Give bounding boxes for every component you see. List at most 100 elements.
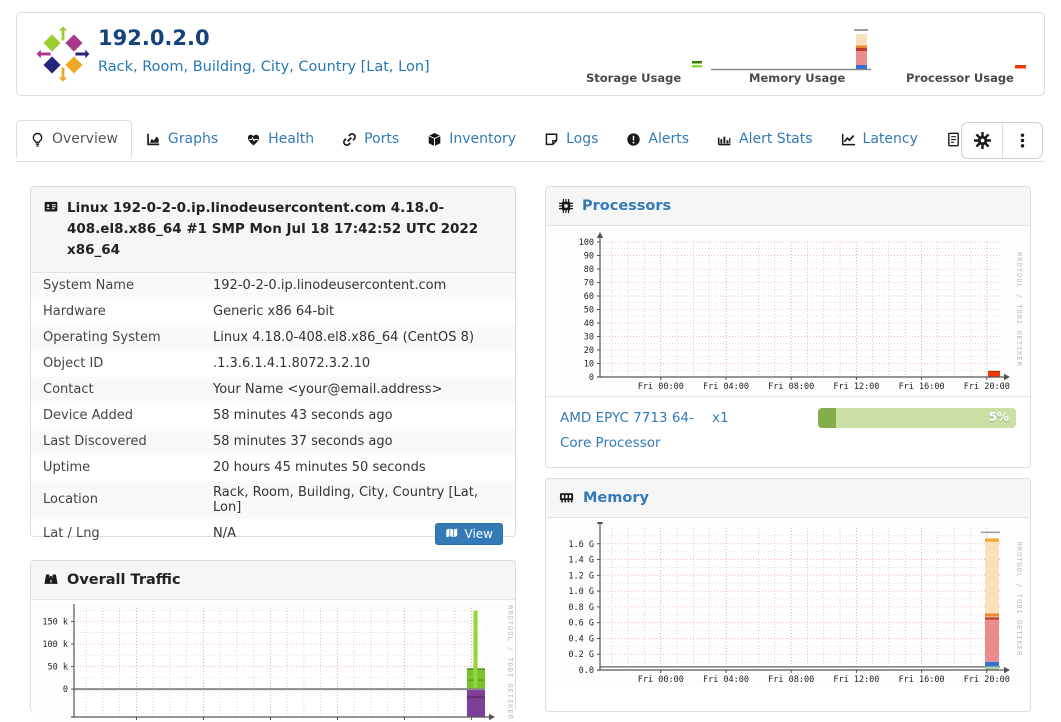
info-value: Linux 4.18.0-408.el8.x86_64 (CentOS 8) <box>213 330 475 346</box>
info-row-location: Location Rack, Room, Building, City, Coun… <box>31 480 515 519</box>
svg-text:RRDTOOL / TOBI OETIKER: RRDTOOL / TOBI OETIKER <box>1015 252 1023 367</box>
memory-panel: Memory 0.0 0.2 G 0.4 G 0.6 G 0.8 G 1.0 G 1.2 G… <box>545 478 1031 712</box>
info-row-last-discovered: Last Discovered 58 minutes 37 seconds ago <box>31 428 515 455</box>
tab-link-overview[interactable]: Overview <box>16 120 132 158</box>
tab-label: Alerts <box>648 131 690 147</box>
svg-text:1.0 G: 1.0 G <box>568 587 594 597</box>
svg-text:60: 60 <box>584 292 594 302</box>
svg-text:1.2 G: 1.2 G <box>568 571 594 581</box>
info-value: N/A <box>213 526 236 542</box>
processor-usage-graph[interactable]: 0 10 20 30 40 50 60 70 80 90 100 Fri 00:00 Fri 04:00… <box>554 230 1024 396</box>
svg-text:40: 40 <box>584 319 594 329</box>
map-icon <box>445 527 459 540</box>
memory-title[interactable]: Memory <box>583 490 649 506</box>
system-description: Linux 192-0-2-0.ip.linodeusercontent.com… <box>67 200 479 258</box>
info-label: Operating System <box>43 330 161 346</box>
svg-text:50: 50 <box>584 306 594 316</box>
svg-text:0.8 G: 0.8 G <box>568 603 594 613</box>
alert-stats-icon <box>717 132 732 147</box>
tab-link-inventory[interactable]: Inventory <box>413 120 530 158</box>
svg-text:70: 70 <box>584 279 594 289</box>
device-header-card: 192.0.2.0 Rack, Room, Building, City, Co… <box>16 12 1045 96</box>
tab-actions-group <box>961 122 1043 159</box>
cpu-usage-bar-fill <box>818 408 836 428</box>
overall-traffic-panel: Overall Traffic 050 k100 k150 kFri 00:00… <box>30 560 516 722</box>
svg-text:80: 80 <box>584 265 594 275</box>
svg-text:0: 0 <box>63 685 68 695</box>
svg-text:Fri 12:00: Fri 12:00 <box>833 675 879 685</box>
info-value: Your Name <your@email.address> <box>213 382 443 398</box>
overall-traffic-title: Overall Traffic <box>67 572 181 588</box>
info-row-uptime: Uptime 20 hours 45 minutes 50 seconds <box>31 455 515 481</box>
more-options-button[interactable] <box>1002 123 1042 158</box>
cpu-name-link[interactable]: AMD EPYC 7713 64-Core Processor <box>560 406 712 456</box>
svg-text:50 k: 50 k <box>48 663 68 673</box>
overall-traffic-header: Overall Traffic <box>31 561 515 600</box>
overall-traffic-graph[interactable]: 050 k100 k150 kFri 00:00Fri 04:00Fri 08:… <box>32 604 515 722</box>
info-row-contact: Contact Your Name <your@email.address> <box>31 376 515 403</box>
svg-text:10: 10 <box>584 360 594 370</box>
tab-label: Alert Stats <box>739 131 813 147</box>
ports-icon <box>342 132 357 147</box>
tab-link-health[interactable]: Health <box>232 120 328 158</box>
info-row-device-added: Device Added 58 minutes 43 seconds ago <box>31 403 515 429</box>
settings-button[interactable] <box>962 123 1002 158</box>
info-label: Contact <box>43 382 94 398</box>
svg-text:RRDTOOL / TOBI OETIKER: RRDTOOL / TOBI OETIKER <box>506 605 514 720</box>
tab-link-alerts[interactable]: Alerts <box>612 120 703 158</box>
tab-link-ports[interactable]: Ports <box>328 120 413 158</box>
svg-text:Fri 04:00: Fri 04:00 <box>703 675 749 685</box>
memory-usage-mini-graph[interactable] <box>709 27 873 73</box>
svg-text:90: 90 <box>584 252 594 262</box>
view-map-button[interactable]: View <box>434 522 503 545</box>
info-value: .1.3.6.1.4.1.8072.3.2.10 <box>213 356 371 372</box>
info-row-lat-lng: Lat / Lng N/A View <box>31 519 515 549</box>
tab-link-alert-stats[interactable]: Alert Stats <box>703 120 827 158</box>
svg-text:Fri 08:00: Fri 08:00 <box>768 382 814 392</box>
tab-inventory: Inventory <box>413 120 530 158</box>
tab-label: Logs <box>566 131 599 147</box>
processors-title[interactable]: Processors <box>582 198 671 214</box>
svg-text:0.0: 0.0 <box>579 666 594 676</box>
view-map-label: View <box>464 526 493 541</box>
cpu-count: x1 <box>712 410 729 426</box>
health-icon <box>246 132 261 147</box>
tab-link-graphs[interactable]: Graphs <box>132 120 232 158</box>
processor-row: AMD EPYC 7713 64-Core Processor x1 5% <box>546 396 1030 464</box>
svg-text:20: 20 <box>584 346 594 356</box>
svg-text:0.4 G: 0.4 G <box>568 634 594 644</box>
info-value: 20 hours 45 minutes 50 seconds <box>213 460 426 476</box>
storage-usage-mini-graph[interactable] <box>691 59 705 71</box>
cpu-usage-bar: 5% <box>818 408 1016 428</box>
system-info-panel: Linux 192-0-2-0.ip.linodeusercontent.com… <box>30 186 516 545</box>
info-label: Lat / Lng <box>43 526 100 542</box>
device-location-link[interactable]: Rack, Room, Building, City, Country [Lat… <box>98 59 430 75</box>
svg-text:0.6 G: 0.6 G <box>568 619 594 629</box>
tab-label: Overview <box>52 131 118 147</box>
info-row-hardware: Hardware Generic x86 64-bit <box>31 299 515 325</box>
mini-graph-label-processor: Processor Usage <box>906 71 1014 85</box>
memory-usage-graph[interactable]: 0.0 0.2 G 0.4 G 0.6 G 0.8 G 1.0 G 1.2 G 1.4 G 1.… <box>554 522 1024 686</box>
svg-text:Fri 00:00: Fri 00:00 <box>638 675 684 685</box>
tab-label: Inventory <box>449 131 517 147</box>
svg-text:Fri 00:00: Fri 00:00 <box>638 382 684 392</box>
alerts-icon <box>626 132 641 147</box>
memory-header: Memory <box>546 479 1030 518</box>
svg-text:Fri 20:00: Fri 20:00 <box>964 382 1010 392</box>
info-value: 58 minutes 37 seconds ago <box>213 434 393 450</box>
info-row-operating-system: Operating System Linux 4.18.0-408.el8.x86… <box>31 324 515 351</box>
info-label: System Name <box>43 278 134 294</box>
tab-alert-stats: Alert Stats <box>703 120 827 158</box>
device-title: 192.0.2.0 <box>98 26 210 50</box>
tab-link-latency[interactable]: Latency <box>827 120 932 158</box>
tab-latency: Latency <box>827 120 932 158</box>
tab-label: Health <box>268 131 315 147</box>
processors-header: Processors <box>546 187 1030 226</box>
tab-link-logs[interactable]: Logs <box>530 120 612 158</box>
device-tab-bar: Overview Graphs Health Ports Inventory Logs Al… <box>16 120 1045 162</box>
info-label: Hardware <box>43 304 106 320</box>
tab-ports: Ports <box>328 120 413 158</box>
info-value: Generic x86 64-bit <box>213 304 335 320</box>
processor-usage-mini-graph[interactable] <box>1013 61 1029 71</box>
centos-logo <box>34 24 92 84</box>
